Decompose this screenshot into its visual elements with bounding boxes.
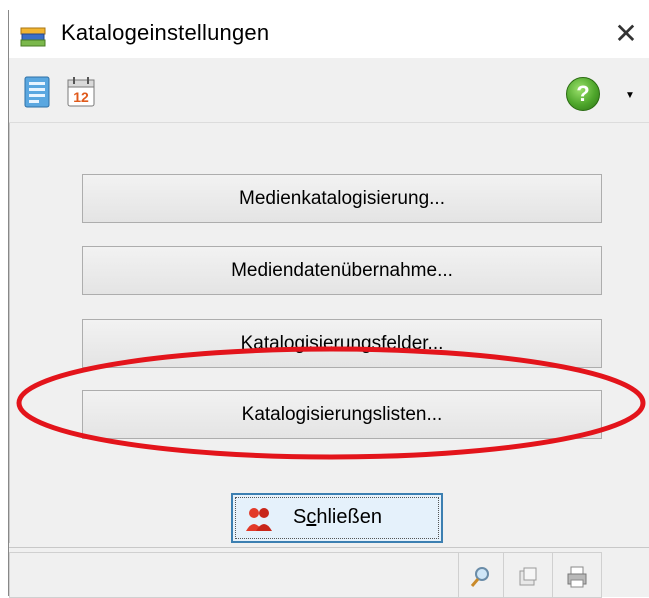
dialog-content: Medienkatalogisierung... Mediendatenüber…	[9, 123, 649, 543]
schliessen-label: Schließen	[293, 506, 382, 528]
medienkatalogisierung-button[interactable]: Medienkatalogisierung...	[82, 174, 602, 223]
title-bar: Katalogeinstellungen ✕	[9, 10, 649, 58]
calendar-number: 12	[73, 89, 89, 105]
catalog-icon[interactable]	[21, 75, 53, 109]
calendar-icon[interactable]: 12	[65, 75, 97, 109]
help-icon[interactable]: ?	[566, 77, 600, 111]
close-users-icon	[246, 508, 272, 531]
status-page-cell[interactable]	[503, 552, 553, 598]
katalogisierungsfelder-button[interactable]: Katalogisierungsfelder...	[82, 319, 602, 368]
page-icon	[519, 567, 537, 586]
katalogisierungslisten-button[interactable]: Katalogisierungslisten...	[82, 390, 602, 439]
printer-icon	[567, 566, 587, 588]
schliessen-button[interactable]: Schließen	[231, 493, 443, 543]
window-title: Katalogeinstellungen	[61, 20, 270, 45]
dialog-window: Katalogeinstellungen ✕ 12 ? ▼ Medienkata…	[8, 10, 649, 598]
window-close-button[interactable]: ✕	[602, 10, 649, 58]
search-icon	[470, 567, 489, 587]
toolbar: 12 ? ▼	[9, 58, 649, 123]
mediendatenuebernahme-button[interactable]: Mediendatenübernahme...	[82, 246, 602, 295]
status-printer-cell[interactable]	[552, 552, 602, 598]
status-bar	[9, 547, 649, 598]
status-text-cell	[9, 552, 459, 598]
status-search-cell[interactable]	[458, 552, 504, 598]
help-dropdown-caret-icon[interactable]: ▼	[625, 90, 635, 101]
catalog-books-icon	[20, 27, 46, 47]
